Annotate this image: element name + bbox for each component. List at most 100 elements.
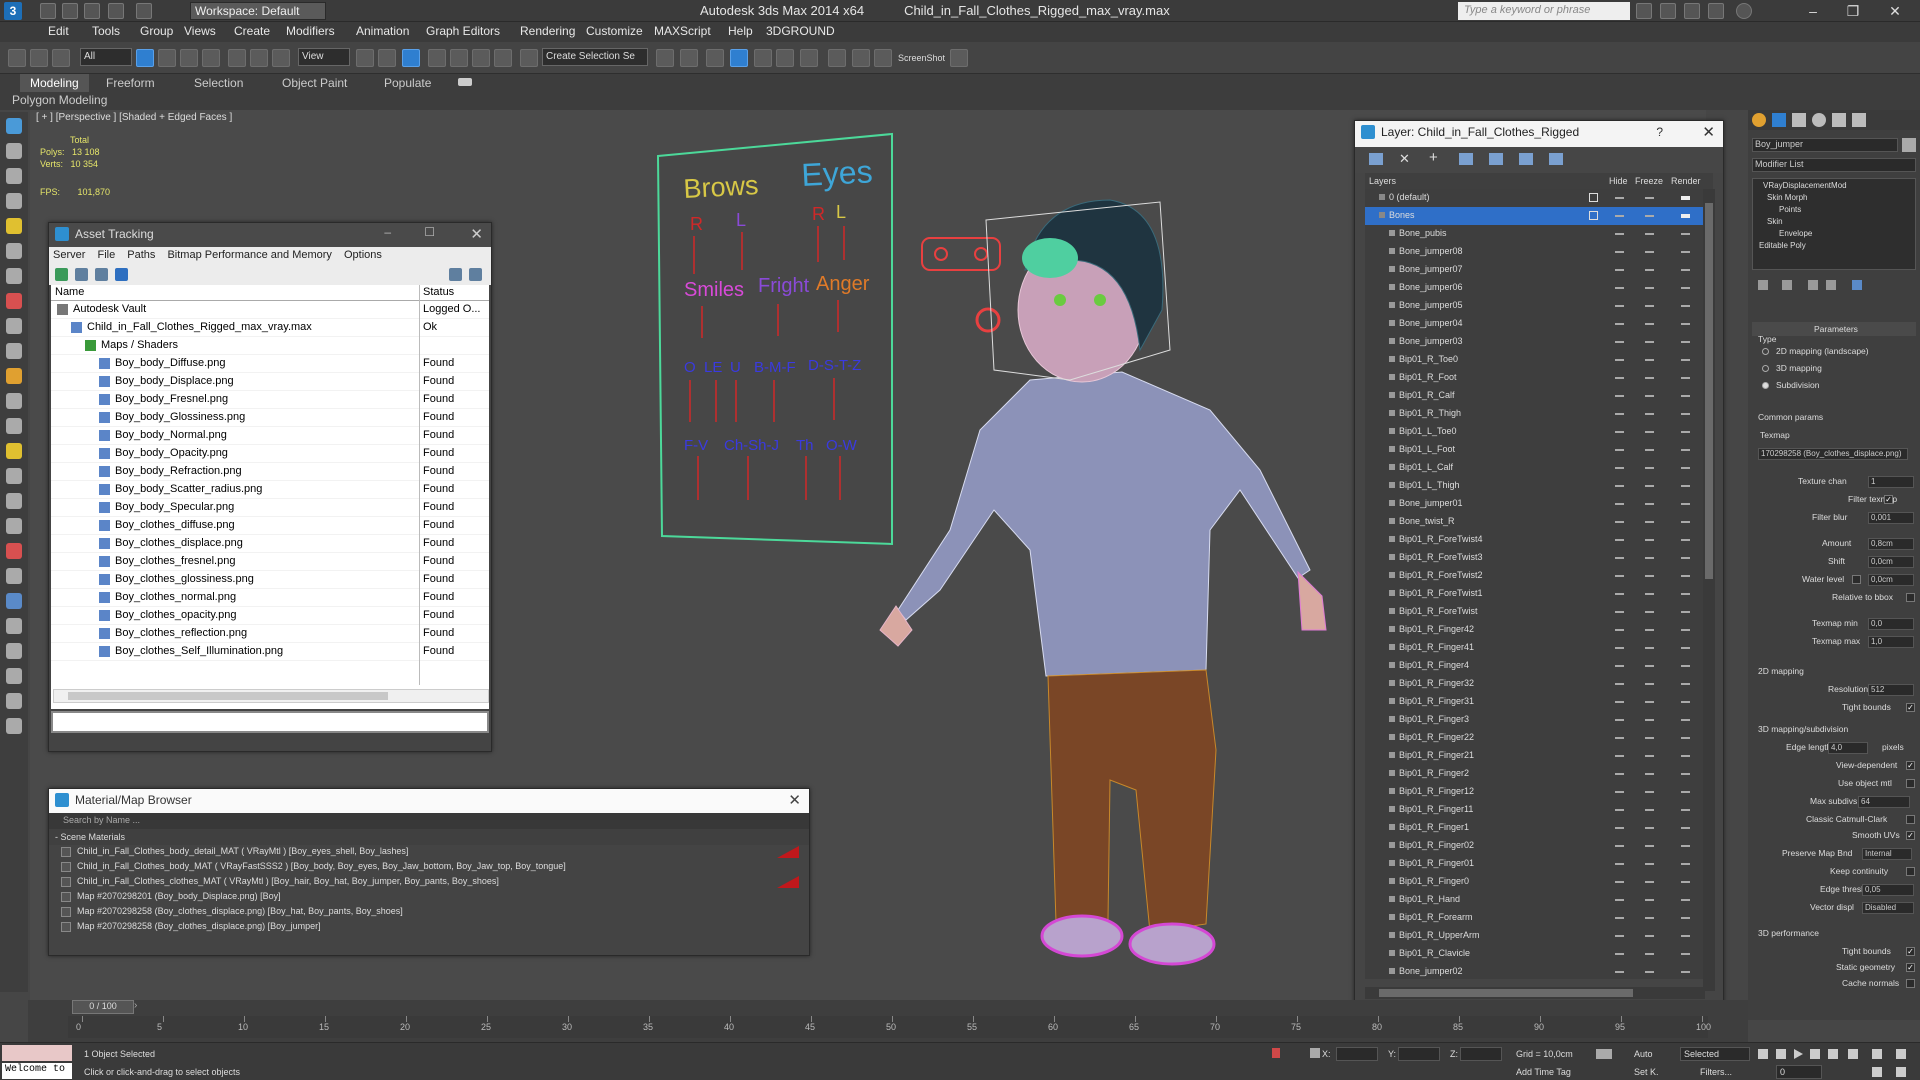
hide-toggle[interactable] [1615,269,1624,271]
keyboard-shortcut-icon[interactable] [402,49,420,67]
hide-toggle[interactable] [1615,917,1624,919]
hide-toggle[interactable] [1615,611,1624,613]
close-icon[interactable]: ✕ [788,791,801,809]
angle-snap-icon[interactable] [450,49,468,67]
layer-row[interactable]: Bip01_R_UpperArm [1365,927,1713,945]
hide-toggle[interactable] [1615,971,1624,973]
layer-row[interactable]: Bip01_R_Finger31 [1365,693,1713,711]
snaps-toggle-icon[interactable] [428,49,446,67]
hide-toggle[interactable] [1615,413,1624,415]
pivot-center-icon[interactable] [356,49,374,67]
freeze-all-icon[interactable] [1549,153,1563,165]
material-search-input[interactable]: Search by Name ... [49,813,809,829]
modifier-stack-item[interactable]: Skin [1767,217,1783,226]
bind-spacewarp-icon[interactable] [52,49,70,67]
material-browser-titlebar[interactable]: Material/Map Browser ✕ [49,789,809,813]
render-toggle[interactable] [1681,395,1690,397]
col-layers[interactable]: Layers [1369,176,1396,186]
nurbs-icon[interactable] [6,643,22,659]
menu-bitmap-performance[interactable]: Bitmap Performance and Memory [167,249,331,261]
param-checkbox[interactable] [1852,575,1861,584]
hide-toggle[interactable] [1615,809,1624,811]
col-hide[interactable]: Hide [1609,176,1628,186]
material-row[interactable]: Child_in_Fall_Clothes_body_MAT ( VRayFas… [49,860,809,875]
layer-row[interactable]: Bip01_R_Finger1 [1365,819,1713,837]
x-coordinate-field[interactable] [1336,1047,1378,1061]
select-by-name-icon[interactable] [158,49,176,67]
render-toggle[interactable] [1681,773,1690,775]
freeze-toggle[interactable] [1645,269,1654,271]
layer-row[interactable]: Bip01_L_Toe0 [1365,423,1713,441]
menu-options[interactable]: Options [344,249,382,261]
layer-row[interactable]: Bip01_R_Finger2 [1365,765,1713,783]
param-checkbox[interactable] [1906,815,1915,824]
close-icon[interactable]: ✕ [470,225,483,243]
param-spinner[interactable]: 0,0cm [1868,556,1914,568]
render-toggle[interactable] [1681,881,1690,883]
layer-row[interactable]: Bip01_R_Finger42 [1365,621,1713,639]
grid-icon[interactable] [6,193,22,209]
freeze-toggle[interactable] [1645,629,1654,631]
remove-modifier-icon[interactable] [1826,280,1836,290]
set-key-button[interactable]: Set K. [1634,1067,1659,1077]
auto-key-button[interactable]: Auto [1634,1049,1653,1059]
render-toggle[interactable] [1681,935,1690,937]
display-tab-icon[interactable] [1832,113,1846,127]
scene-materials-section[interactable]: - Scene Materials [49,829,809,845]
maximize-icon[interactable]: ☐ [424,225,435,239]
render-toggle[interactable] [1681,467,1690,469]
layer-row[interactable]: Bip01_R_Finger4 [1365,657,1713,675]
freeze-toggle[interactable] [1645,377,1654,379]
refresh-icon[interactable] [55,268,68,281]
select-manipulate-icon[interactable] [378,49,396,67]
render-toggle[interactable] [1681,899,1690,901]
layer-row[interactable]: Bip01_R_Forearm [1365,909,1713,927]
layer-row[interactable]: Bip01_R_Finger22 [1365,729,1713,747]
layer-row[interactable]: Bone_jumper07 [1365,261,1713,279]
workspace-dropdown[interactable]: Workspace: Default [190,2,326,20]
menu-edit[interactable]: Edit [48,24,69,38]
render-toggle[interactable] [1681,521,1690,523]
freeze-toggle[interactable] [1645,791,1654,793]
tab-modeling[interactable]: Modeling [20,74,89,92]
menu-help[interactable]: Help [728,24,753,38]
param-checkbox[interactable] [1906,867,1915,876]
layer-row[interactable]: Bip01_R_Finger12 [1365,783,1713,801]
create-tab-icon[interactable] [1752,113,1766,127]
layer-window-titlebar[interactable]: Layer: Child_in_Fall_Clothes_Rigged ? ✕ [1355,121,1723,147]
freeze-toggle[interactable] [1645,917,1654,919]
configure-sets-icon[interactable] [1852,280,1862,290]
hide-toggle[interactable] [1615,791,1624,793]
hide-toggle[interactable] [1615,287,1624,289]
param-spinner[interactable]: 0,0cm [1868,574,1914,586]
reference-coord-dropdown[interactable]: View [298,48,350,66]
asset-tracking-titlebar[interactable]: Asset Tracking – ☐ ✕ [49,223,491,247]
freeze-toggle[interactable] [1645,287,1654,289]
param-checkbox[interactable] [1906,593,1915,602]
hair-icon[interactable] [6,593,22,609]
layer-row[interactable]: Bones [1365,207,1713,225]
make-unique-icon[interactable] [1808,280,1818,290]
freeze-toggle[interactable] [1645,233,1654,235]
time-slider[interactable]: 0 / 100 [72,1000,134,1014]
viewport-label[interactable]: [ + ] [Perspective ] [Shaded + Edged Fac… [36,112,232,123]
save-file-icon[interactable] [84,3,100,19]
status-column-divider[interactable] [419,285,420,685]
render-toggle[interactable] [1681,737,1690,739]
maximize-icon[interactable]: ❐ [1830,0,1876,22]
param-checkbox[interactable]: ✓ [1906,947,1915,956]
layer-row[interactable]: Bone_jumper02 [1365,963,1713,979]
asset-row[interactable]: Boy_body_Fresnel.png Found [51,391,489,409]
hide-toggle[interactable] [1615,395,1624,397]
play-icon[interactable] [1794,1049,1803,1059]
tools-icon[interactable] [1660,3,1676,19]
material-editor-icon[interactable] [800,49,818,67]
freeze-toggle[interactable] [1645,413,1654,415]
curve-editor-icon[interactable] [754,49,772,67]
asset-row[interactable]: Autodesk Vault Logged O... [51,301,489,319]
next-frame-icon[interactable] [1810,1049,1820,1059]
hide-all-icon[interactable] [1519,153,1533,165]
hide-toggle[interactable] [1615,683,1624,685]
layer-row[interactable]: Bip01_L_Calf [1365,459,1713,477]
detail-view-icon[interactable] [115,268,128,281]
